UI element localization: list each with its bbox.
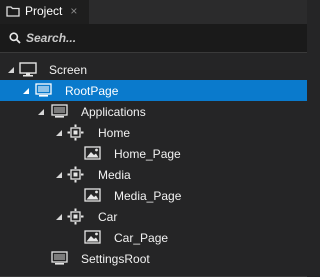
page-icon [51, 251, 68, 265]
tree-row-car-page[interactable]: Car_Page [0, 227, 307, 248]
page-host-icon [67, 166, 84, 183]
page-host-icon [67, 208, 84, 225]
tree-row-settingsroot[interactable]: SettingsRoot [0, 248, 307, 269]
tree-row-label: SettingsRoot [81, 251, 150, 266]
divider [0, 52, 307, 53]
expand-arrow-icon[interactable] [56, 130, 62, 136]
tab-label: Project [25, 4, 63, 18]
tree-row-rootpage[interactable]: RootPage [0, 80, 307, 101]
search-bar [0, 24, 307, 52]
tree-row-home[interactable]: Home [0, 122, 307, 143]
expand-arrow-icon[interactable] [23, 88, 29, 94]
tree-row-label: Home [98, 125, 131, 140]
expand-arrow-icon[interactable] [8, 67, 14, 73]
search-icon [9, 32, 21, 44]
tree-row-label: Screen [49, 62, 88, 77]
tree-row-home-page[interactable]: Home_Page [0, 143, 307, 164]
expand-arrow-icon[interactable] [56, 172, 62, 178]
page-icon [35, 83, 52, 97]
panel-tab-bar: Project × [0, 0, 307, 24]
tree-row-label: Car [98, 209, 118, 224]
expand-arrow-icon[interactable] [56, 214, 62, 220]
tree-row-media[interactable]: Media [0, 164, 307, 185]
image-icon [84, 146, 101, 160]
image-icon [84, 188, 101, 202]
monitor-icon [19, 62, 37, 77]
tree-row-label: Applications [81, 104, 146, 119]
folder-icon [6, 6, 20, 17]
page-icon [51, 104, 68, 118]
image-icon [84, 230, 101, 244]
expand-arrow-icon[interactable] [38, 109, 44, 115]
tree-row-screen[interactable]: Screen [0, 59, 307, 80]
tree-row-label: Home_Page [114, 146, 181, 161]
close-icon[interactable]: × [70, 5, 77, 17]
tree-row-media-page[interactable]: Media_Page [0, 185, 307, 206]
tree-row-label: RootPage [65, 83, 119, 98]
tab-project[interactable]: Project × [0, 0, 89, 24]
tree-row-label: Car_Page [114, 230, 169, 245]
tree-row-label: Media [98, 167, 131, 182]
tree-row-applications[interactable]: Applications [0, 101, 307, 122]
tree-row-car[interactable]: Car [0, 206, 307, 227]
page-host-icon [67, 124, 84, 141]
tree-row-label: Media_Page [114, 188, 182, 203]
search-input[interactable] [26, 28, 307, 48]
